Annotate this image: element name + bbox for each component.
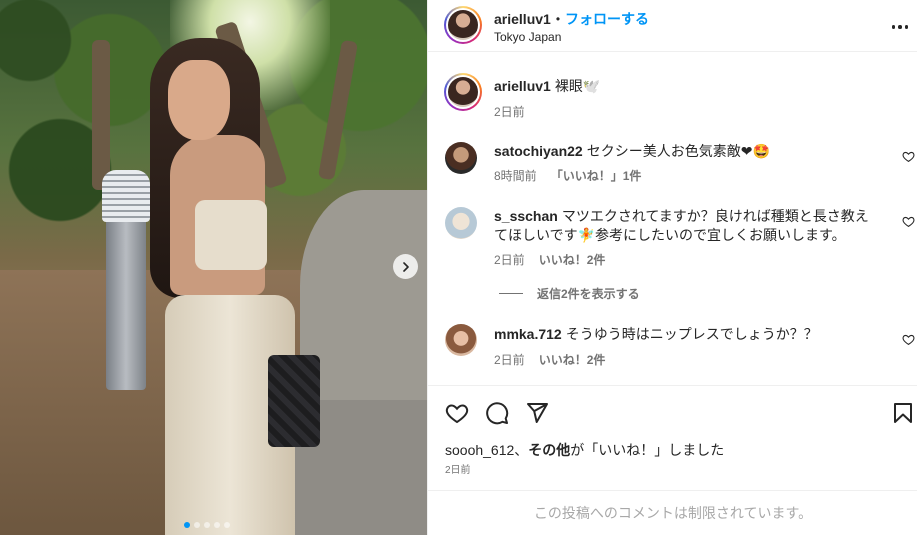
separator-dot: • [555,12,561,26]
post-detail-panel: arielluv1 • フォローする Tokyo Japan arielluv1… [427,0,917,535]
comment-text: そうゆう時はニップレスでしょうか？？ [565,326,818,342]
comment-meta: 2日前 いいね！2件 [494,351,605,368]
caption-username[interactable]: arielluv1 [494,78,551,94]
comments-restricted-notice: この投稿へのコメントは制限されています。 [428,490,917,535]
likes-suffix: が「いいね！」しました [570,442,725,458]
more-options-button[interactable] [890,17,910,37]
likes-summary[interactable]: soooh_612、その他が「いいね！」しました [445,440,724,460]
photo-lamp-head [102,170,150,222]
comment: satochiyan22 セクシー美人お色気素敵❤🤩 [494,142,874,161]
carousel-dot [204,522,210,528]
likes-others[interactable]: その他 [528,442,570,458]
photo-person-face [168,60,230,140]
carousel-dot [224,522,230,528]
likes-separator: 、 [514,442,529,458]
carousel-indicator [184,522,230,528]
commenter-avatar[interactable] [445,142,477,174]
comment: mmka.712 そうゆう時はニップレスでしょうか？？ [494,325,874,344]
author-avatar[interactable] [444,6,482,44]
comment-likes[interactable]: いいね！2件 [539,351,606,368]
comments-section: arielluv1 裸眼🕊️ 2日前 satochiyan22 セクシー美人お色気素… [428,53,917,385]
comment-username[interactable]: satochiyan22 [494,143,583,159]
view-replies-button[interactable]: 返信2件を表示する [499,285,640,302]
comment-meta: 8時間前 「いいね！」1件 [494,167,641,184]
comment-icon[interactable] [485,401,509,425]
author-username[interactable]: arielluv1 [494,11,551,27]
chevron-right-icon [402,261,409,272]
caption-time[interactable]: 2日前 [494,103,525,120]
caption-meta: 2日前 [494,103,525,120]
comment-text: セクシー美人お色気素敵❤🤩 [586,143,770,159]
carousel-next-button[interactable] [393,254,418,279]
caption: arielluv1 裸眼🕊️ [494,77,874,96]
replies-divider [499,293,523,294]
heart-icon[interactable] [445,401,469,425]
comment-likes[interactable]: いいね！2件 [539,251,606,268]
comment-time[interactable]: 8時間前 [494,167,537,184]
comment-time[interactable]: 2日前 [494,251,525,268]
more-horizontal-icon [891,25,896,29]
comment-username[interactable]: s_sschan [494,208,558,224]
carousel-dot [194,522,200,528]
carousel-dot [184,522,190,528]
comment-meta: 2日前 いいね！2件 [494,251,605,268]
header-user-row: arielluv1 • フォローする [494,9,649,29]
post-actions: soooh_612、その他が「いいね！」しました 2日前 [428,385,917,490]
comment-username[interactable]: mmka.712 [494,326,562,342]
commenter-avatar[interactable] [445,207,477,239]
caption-text: 裸眼🕊️ [554,78,601,94]
bookmark-icon[interactable] [891,401,915,425]
carousel-dot [214,522,220,528]
comment-likes[interactable]: 「いいね！」1件 [551,167,642,184]
follow-button[interactable]: フォローする [565,9,649,29]
share-icon[interactable] [525,401,549,425]
view-replies-label: 返信2件を表示する [537,287,640,301]
post-location[interactable]: Tokyo Japan [494,30,561,44]
post-photo[interactable] [0,0,427,535]
post-date[interactable]: 2日前 [445,461,471,476]
photo-tree-trunk [92,40,110,190]
post-header: arielluv1 • フォローする Tokyo Japan [428,0,917,52]
comment-time[interactable]: 2日前 [494,351,525,368]
comment: s_sschan マツエクされてますか？良ければ種類と長さ教えてほしいです🧚参考に… [494,207,874,245]
caption-avatar[interactable] [444,73,482,111]
photo-handbag [268,355,320,447]
photo-person-top [195,200,267,270]
heart-icon[interactable] [902,150,915,163]
liker-username[interactable]: soooh_612 [445,442,514,458]
commenter-avatar[interactable] [445,324,477,356]
heart-icon[interactable] [902,333,915,346]
heart-icon[interactable] [902,215,915,228]
